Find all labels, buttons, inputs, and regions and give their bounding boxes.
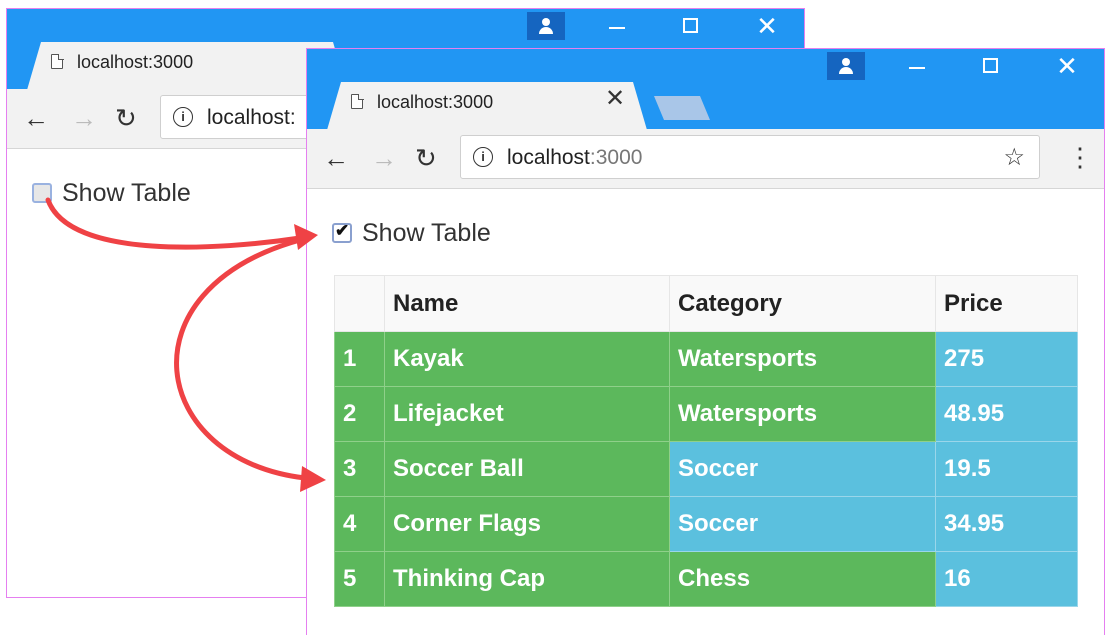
tab-close-icon[interactable]: ✕ [605, 87, 625, 111]
column-header-name: Name [384, 275, 670, 332]
checkmark-icon: ✔ [335, 221, 350, 240]
row-name: Lifejacket [384, 386, 670, 442]
table-row: 2 Lifejacket Watersports 48.95 [334, 386, 1078, 442]
row-category: Soccer [669, 441, 936, 497]
column-header-price: Price [935, 275, 1078, 332]
row-name: Thinking Cap [384, 551, 670, 607]
row-price: 34.95 [935, 496, 1078, 552]
column-header-category: Category [669, 275, 936, 332]
profile-icon[interactable] [827, 52, 865, 80]
reload-icon[interactable]: ↻ [415, 145, 437, 171]
checkbox-label: Show Table [362, 219, 491, 247]
tab-title: localhost:3000 [377, 92, 494, 112]
row-index: 2 [334, 386, 385, 442]
browser-tab[interactable]: localhost:3000 [27, 42, 347, 90]
table-row: 3 Soccer Ball Soccer 19.5 [334, 441, 1078, 497]
url-text: localhost:3000 [507, 146, 642, 170]
url-host: localhost [507, 146, 590, 169]
browser-window-after: ✕ localhost:3000 ✕ ← → ↻ i localhost:300… [306, 48, 1105, 635]
table-row: 5 Thinking Cap Chess 16 [334, 551, 1078, 607]
star-icon[interactable]: ☆ [1003, 143, 1025, 172]
info-icon[interactable]: i [473, 147, 493, 167]
row-price: 48.95 [935, 386, 1078, 442]
show-table-checkbox[interactable]: ✔ [332, 221, 352, 243]
row-category: Chess [669, 551, 936, 607]
row-category: Soccer [669, 496, 936, 552]
row-index: 5 [334, 551, 385, 607]
row-category: Watersports [669, 386, 936, 442]
products-table: Name Category Price 1 Kayak Watersports … [334, 275, 1078, 607]
page-icon [351, 93, 364, 109]
back-arrow-icon[interactable]: ← [323, 145, 349, 171]
back-arrow-icon[interactable]: ← [23, 105, 49, 131]
table-header-row: Name Category Price [334, 275, 1078, 332]
page-content: ✔ Show Table Name Category Price 1 Kayak [307, 189, 1104, 635]
url-port: :3000 [589, 146, 643, 169]
forward-arrow-icon[interactable]: → [371, 145, 397, 171]
row-price: 16 [935, 551, 1078, 607]
address-bar[interactable]: i localhost:3000 ☆ [460, 135, 1040, 179]
row-index: 1 [334, 331, 385, 387]
forward-arrow-icon[interactable]: → [71, 105, 97, 131]
screenshot-stage: ✕ localhost:3000 ← → ↻ i localhost: Show… [0, 0, 1108, 635]
row-index: 3 [334, 441, 385, 497]
browser-tab[interactable]: localhost:3000 ✕ [327, 82, 647, 130]
new-tab-button[interactable] [654, 96, 710, 120]
close-icon[interactable]: ✕ [747, 11, 787, 41]
reload-icon[interactable]: ↻ [115, 105, 137, 131]
row-price: 19.5 [935, 441, 1078, 497]
maximize-icon[interactable] [971, 51, 1011, 81]
table-row: 4 Corner Flags Soccer 34.95 [334, 496, 1078, 552]
row-name: Corner Flags [384, 496, 670, 552]
row-name: Soccer Ball [384, 441, 670, 497]
row-price: 275 [935, 331, 1078, 387]
checkbox-label: Show Table [62, 179, 191, 207]
browser-toolbar: ← → ↻ i localhost:3000 ☆ ⋮ [307, 129, 1104, 189]
minimize-icon[interactable] [597, 11, 637, 41]
table-row: 1 Kayak Watersports 275 [334, 331, 1078, 387]
row-name: Kayak [384, 331, 670, 387]
row-index: 4 [334, 496, 385, 552]
close-icon[interactable]: ✕ [1047, 51, 1087, 81]
title-bar: ✕ localhost:3000 ✕ [307, 49, 1104, 130]
url-text: localhost: [207, 106, 296, 129]
maximize-icon[interactable] [671, 11, 711, 41]
info-icon[interactable]: i [173, 107, 193, 127]
show-table-checkbox[interactable] [32, 183, 52, 203]
kebab-menu-icon[interactable]: ⋮ [1067, 144, 1093, 170]
tab-title: localhost:3000 [77, 52, 194, 72]
minimize-icon[interactable] [897, 51, 937, 81]
column-header-index [334, 275, 385, 332]
page-icon [51, 53, 64, 69]
row-category: Watersports [669, 331, 936, 387]
profile-icon[interactable] [527, 12, 565, 40]
